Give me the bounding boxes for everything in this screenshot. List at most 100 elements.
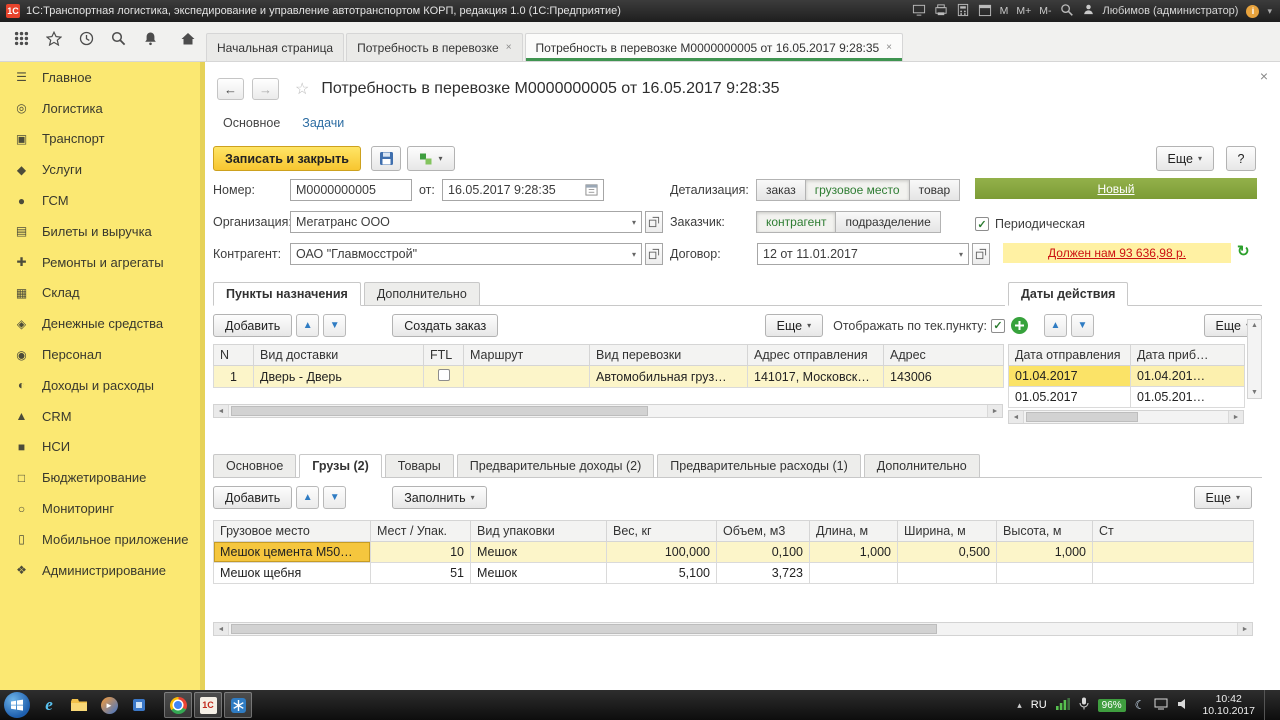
col-pack-kind[interactable]: Вид упаковки	[470, 520, 607, 542]
sidebar-item-remonty[interactable]: ✚ Ремонты и агрегаты	[0, 247, 205, 278]
detail-option-gruzovoe-mesto[interactable]: грузовое место	[804, 179, 910, 201]
contractor-open-button[interactable]	[645, 243, 663, 265]
col-arrive-date[interactable]: Дата приб…	[1130, 344, 1245, 366]
col-delivery[interactable]: Вид доставки	[253, 344, 424, 366]
refresh-icon[interactable]: ↻	[1237, 242, 1250, 260]
calendar-icon[interactable]	[581, 183, 598, 198]
col-length[interactable]: Длина, м	[809, 520, 898, 542]
col-height[interactable]: Высота, м	[996, 520, 1093, 542]
col-weight[interactable]: Вес, кг	[606, 520, 717, 542]
tab-pred-rashody[interactable]: Предварительные расходы (1)	[657, 454, 861, 478]
memory-m-button[interactable]: М	[1000, 5, 1009, 17]
sidebar-item-transport[interactable]: ▣ Транспорт	[0, 124, 205, 155]
col-width[interactable]: Ширина, м	[897, 520, 997, 542]
sidebar-item-sklad[interactable]: ▦ Склад	[0, 278, 205, 309]
sidebar-item-dohody[interactable]: ◐ Доходы и расходы	[0, 370, 205, 401]
sidebar-item-denezhnye[interactable]: ◈ Денежные средства	[0, 308, 205, 339]
scroll-thumb[interactable]	[231, 624, 937, 634]
cell-ftl[interactable]	[423, 365, 464, 388]
col-addr-from[interactable]: Адрес отправления	[747, 344, 884, 366]
ftl-checkbox[interactable]	[437, 369, 450, 381]
apps-grid-icon[interactable]	[14, 31, 29, 51]
cell-cargo-place[interactable]: Мешок щебня	[213, 562, 371, 584]
network-icon[interactable]	[1154, 698, 1168, 713]
cell-n[interactable]: 1	[213, 365, 254, 388]
tab-cargo-osnovnoe[interactable]: Основное	[213, 454, 297, 478]
cell-delivery[interactable]: Дверь - Дверь	[253, 365, 424, 388]
current-user-label[interactable]: Любимов (администратор)	[1103, 5, 1239, 17]
taskbar-app-snowflake[interactable]	[224, 692, 252, 718]
save-close-button[interactable]: Записать и закрыть	[213, 146, 361, 171]
tab-daty-deystviya[interactable]: Даты действия	[1008, 282, 1129, 306]
table-row[interactable]: Мешок щебня 51 Мешок 5,100 3,723	[213, 562, 1254, 584]
sidebar-item-monitoring[interactable]: ○ Мониторинг	[0, 493, 205, 524]
battery-indicator[interactable]: 96%	[1097, 698, 1126, 712]
sidebar-item-crm[interactable]: ▲ CRM	[0, 401, 205, 432]
cell-height[interactable]	[996, 562, 1093, 584]
move-down-button[interactable]: ▼	[1071, 314, 1094, 337]
cell-volume[interactable]: 3,723	[716, 562, 810, 584]
sidebar-item-byudzhet[interactable]: □ Бюджетирование	[0, 462, 205, 493]
scroll-right-icon[interactable]: ►	[1237, 623, 1252, 635]
col-addr-to[interactable]: Адрес	[883, 344, 1004, 366]
sidebar-item-mobile[interactable]: ▯ Мобильное приложение	[0, 524, 205, 555]
col-depart-date[interactable]: Дата отправления	[1008, 344, 1131, 366]
sidebar-item-admin[interactable]: ❖ Администрирование	[0, 555, 205, 586]
close-icon[interactable]: ×	[1260, 68, 1268, 84]
detail-option-tovar[interactable]: товар	[908, 179, 961, 201]
tab-tovary[interactable]: Товары	[384, 454, 454, 478]
chevron-down-icon[interactable]: ▾	[955, 250, 963, 259]
cell-arrive[interactable]: 01.04.201…	[1130, 365, 1245, 387]
create-order-button[interactable]: Создать заказ	[392, 314, 499, 337]
detail-option-zakaz[interactable]: заказ	[756, 179, 806, 201]
col-volume[interactable]: Объем, м3	[716, 520, 810, 542]
cell-route[interactable]	[463, 365, 590, 388]
language-indicator[interactable]: RU	[1031, 699, 1047, 711]
cell-length[interactable]: 1,000	[809, 541, 898, 563]
contractor-field[interactable]: ОАО "Главмосстрой" ▾	[290, 243, 642, 265]
more-button-destinations[interactable]: Еще ▾	[764, 314, 824, 337]
tab-transport-need-list[interactable]: Потребность в перевозке ×	[346, 33, 523, 61]
col-st[interactable]: Ст	[1092, 520, 1254, 542]
sidebar-item-nsi[interactable]: ■ НСИ	[0, 432, 205, 463]
mic-icon[interactable]	[1079, 697, 1089, 713]
date-field[interactable]: 16.05.2017 9:28:35	[442, 179, 604, 201]
taskbar-app-media-player[interactable]: ►	[95, 692, 123, 718]
taskbar-app-ie[interactable]: e	[35, 692, 63, 718]
save-button[interactable]	[371, 146, 401, 171]
status-new-link[interactable]: Новый	[1097, 182, 1134, 196]
monitor-icon[interactable]	[912, 3, 926, 20]
sidebar-item-logistika[interactable]: ◎ Логистика	[0, 93, 205, 124]
fill-button[interactable]: Заполнить ▾	[392, 486, 487, 509]
show-current-checkbox[interactable]: ✓	[991, 318, 1005, 333]
favorite-star-icon[interactable]: ☆	[295, 79, 309, 99]
printer-icon[interactable]	[934, 3, 948, 20]
scroll-thumb[interactable]	[231, 406, 648, 416]
scroll-up-icon[interactable]: ▲	[1251, 320, 1258, 331]
col-route[interactable]: Маршрут	[463, 344, 590, 366]
cell-arrive[interactable]: 01.05.201…	[1130, 386, 1245, 408]
tab-gruzy[interactable]: Грузы (2)	[299, 454, 382, 478]
customer-option-podrazdelenie[interactable]: подразделение	[835, 211, 941, 233]
info-icon[interactable]: i	[1246, 4, 1260, 18]
search-icon[interactable]	[111, 31, 126, 51]
cell-qty[interactable]: 10	[370, 541, 471, 563]
favorites-star-icon[interactable]	[45, 30, 63, 51]
cell-height[interactable]: 1,000	[996, 541, 1093, 563]
cell-volume[interactable]: 0,100	[716, 541, 810, 563]
sidebar-item-bilety[interactable]: ▤ Билеты и выручка	[0, 216, 205, 247]
tab-start-page[interactable]: Начальная страница	[206, 33, 345, 61]
cell-transport-kind[interactable]: Автомобильная груз…	[589, 365, 748, 388]
sidebar-item-gsm[interactable]: ● ГСМ	[0, 185, 205, 216]
organization-open-button[interactable]	[645, 211, 663, 233]
organization-field[interactable]: Мегатранс ООО ▾	[290, 211, 642, 233]
scroll-left-icon[interactable]: ◄	[1009, 411, 1024, 423]
col-cargo-place[interactable]: Грузовое место	[213, 520, 371, 542]
scroll-left-icon[interactable]: ◄	[214, 623, 229, 635]
notifications-bell-icon[interactable]	[143, 31, 158, 51]
table-row[interactable]: 1 Дверь - Дверь Автомобильная груз… 1410…	[213, 365, 1004, 388]
sidebar-item-glavnoe[interactable]: ☰ Главное	[0, 62, 205, 93]
col-ftl[interactable]: FTL	[423, 344, 464, 366]
move-down-button[interactable]: ▼	[323, 486, 347, 509]
cell-addr-to[interactable]: 143006	[883, 365, 1004, 388]
